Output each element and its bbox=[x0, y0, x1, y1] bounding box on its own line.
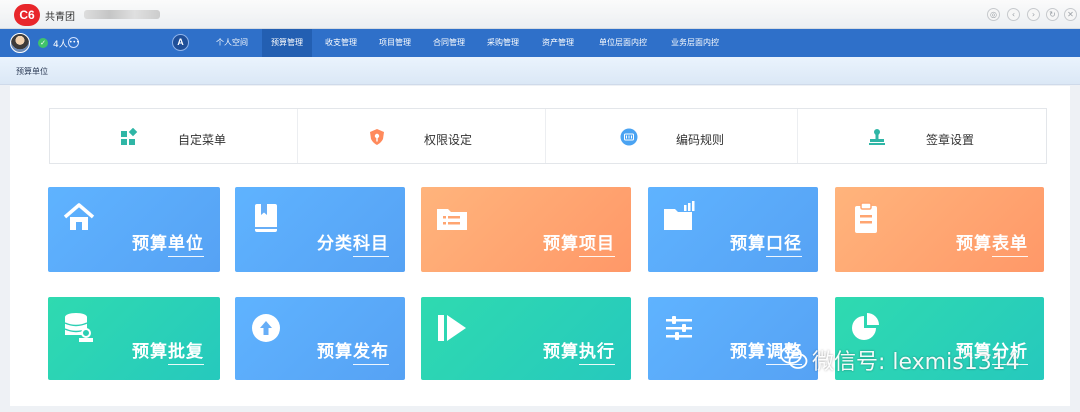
setting-coding-rule[interactable]: 编码规则 bbox=[546, 109, 798, 163]
book-icon bbox=[255, 204, 277, 232]
setting-label: 签章设置 bbox=[926, 133, 975, 147]
breadcrumb: 预算单位 bbox=[0, 57, 1080, 85]
upload-icon bbox=[252, 314, 280, 342]
blurred-user-name bbox=[84, 10, 160, 19]
tile-label: 预算发布 bbox=[317, 337, 389, 365]
sliders-icon bbox=[666, 316, 692, 340]
tile-budget-approval[interactable]: 预算批复 bbox=[48, 297, 220, 380]
setting-label: 自定菜单 bbox=[178, 133, 227, 147]
pie-chart-icon bbox=[852, 313, 879, 340]
nav-item-asset[interactable]: 资产管理 bbox=[532, 29, 584, 57]
online-count: 4人 bbox=[53, 40, 68, 50]
wechat-icon bbox=[780, 346, 808, 369]
setting-custom-menu[interactable]: 自定菜单 bbox=[50, 109, 298, 163]
page-title: 预算单位 bbox=[16, 67, 48, 76]
tile-budget-release[interactable]: 预算发布 bbox=[235, 297, 405, 380]
nav-item-project[interactable]: 项目管理 bbox=[370, 29, 420, 57]
home-icon bbox=[63, 203, 95, 230]
tile-label: 预算单位 bbox=[132, 229, 204, 257]
tile-label: 预算执行 bbox=[543, 337, 615, 365]
grid-icon bbox=[121, 128, 138, 145]
setting-label: 权限设定 bbox=[424, 133, 473, 147]
tile-budget-project[interactable]: 预算项目 bbox=[421, 187, 631, 272]
forward-icon[interactable]: › bbox=[1027, 8, 1040, 21]
stamp-icon bbox=[869, 129, 885, 145]
nav-item-income[interactable]: 收支管理 bbox=[316, 29, 366, 57]
chat-icon[interactable]: ••• bbox=[68, 37, 80, 48]
barcode-icon bbox=[620, 128, 638, 146]
nav-item-purchase[interactable]: 采购管理 bbox=[478, 29, 528, 57]
status-check-icon: ✓ bbox=[38, 38, 48, 48]
avatar[interactable] bbox=[10, 33, 30, 53]
nav-item-contract[interactable]: 合同管理 bbox=[424, 29, 474, 57]
tile-budget-form[interactable]: 预算表单 bbox=[835, 187, 1044, 272]
tile-label: 预算批复 bbox=[132, 337, 204, 365]
tile-budget-scope[interactable]: 预算口径 bbox=[648, 187, 818, 272]
tile-label: 预算项目 bbox=[543, 229, 615, 257]
folder-list-icon bbox=[437, 209, 467, 230]
tile-label: 预算表单 bbox=[956, 229, 1028, 257]
nav-item-personal[interactable]: 个人空间 bbox=[204, 29, 260, 57]
database-stamp-icon bbox=[64, 313, 93, 342]
clipboard-icon bbox=[855, 202, 877, 233]
play-icon bbox=[438, 315, 466, 341]
nav-item-budget[interactable]: 预算管理 bbox=[262, 29, 312, 57]
org-name: 共青团 bbox=[45, 12, 75, 23]
watermark: 微信号: lexmis1314 bbox=[812, 350, 1020, 375]
title-bar: C6 共青团 ◎ ‹ › ↻ ✕ bbox=[0, 0, 1080, 29]
reload-icon[interactable]: ↻ bbox=[1046, 8, 1059, 21]
setting-label: 编码规则 bbox=[676, 133, 725, 147]
close-icon[interactable]: ✕ bbox=[1064, 8, 1077, 21]
tile-category-subject[interactable]: 分类科目 bbox=[235, 187, 405, 272]
app-logo: C6 bbox=[14, 4, 40, 26]
back-icon[interactable]: ‹ bbox=[1007, 8, 1020, 21]
tile-label: 分类科目 bbox=[317, 229, 389, 257]
refresh-icon[interactable]: ◎ bbox=[987, 8, 1000, 21]
font-size-button[interactable]: A bbox=[172, 34, 189, 51]
nav-item-unit-control[interactable]: 单位层面内控 bbox=[590, 29, 656, 57]
setting-permission[interactable]: 权限设定 bbox=[298, 109, 546, 163]
main-nav: ✓ 4人 ••• A 个人空间 预算管理 收支管理 项目管理 合同管理 采购管理… bbox=[0, 29, 1080, 57]
setting-signature[interactable]: 签章设置 bbox=[798, 109, 1046, 163]
tile-label: 预算口径 bbox=[730, 229, 802, 257]
folder-chart-icon bbox=[664, 201, 695, 230]
settings-row: 自定菜单 权限设定 编码规则 签章设置 bbox=[49, 108, 1047, 164]
tile-budget-execution[interactable]: 预算执行 bbox=[421, 297, 631, 380]
tile-budget-unit[interactable]: 预算单位 bbox=[48, 187, 220, 272]
shield-key-icon bbox=[370, 129, 384, 145]
nav-item-business-control[interactable]: 业务层面内控 bbox=[662, 29, 728, 57]
